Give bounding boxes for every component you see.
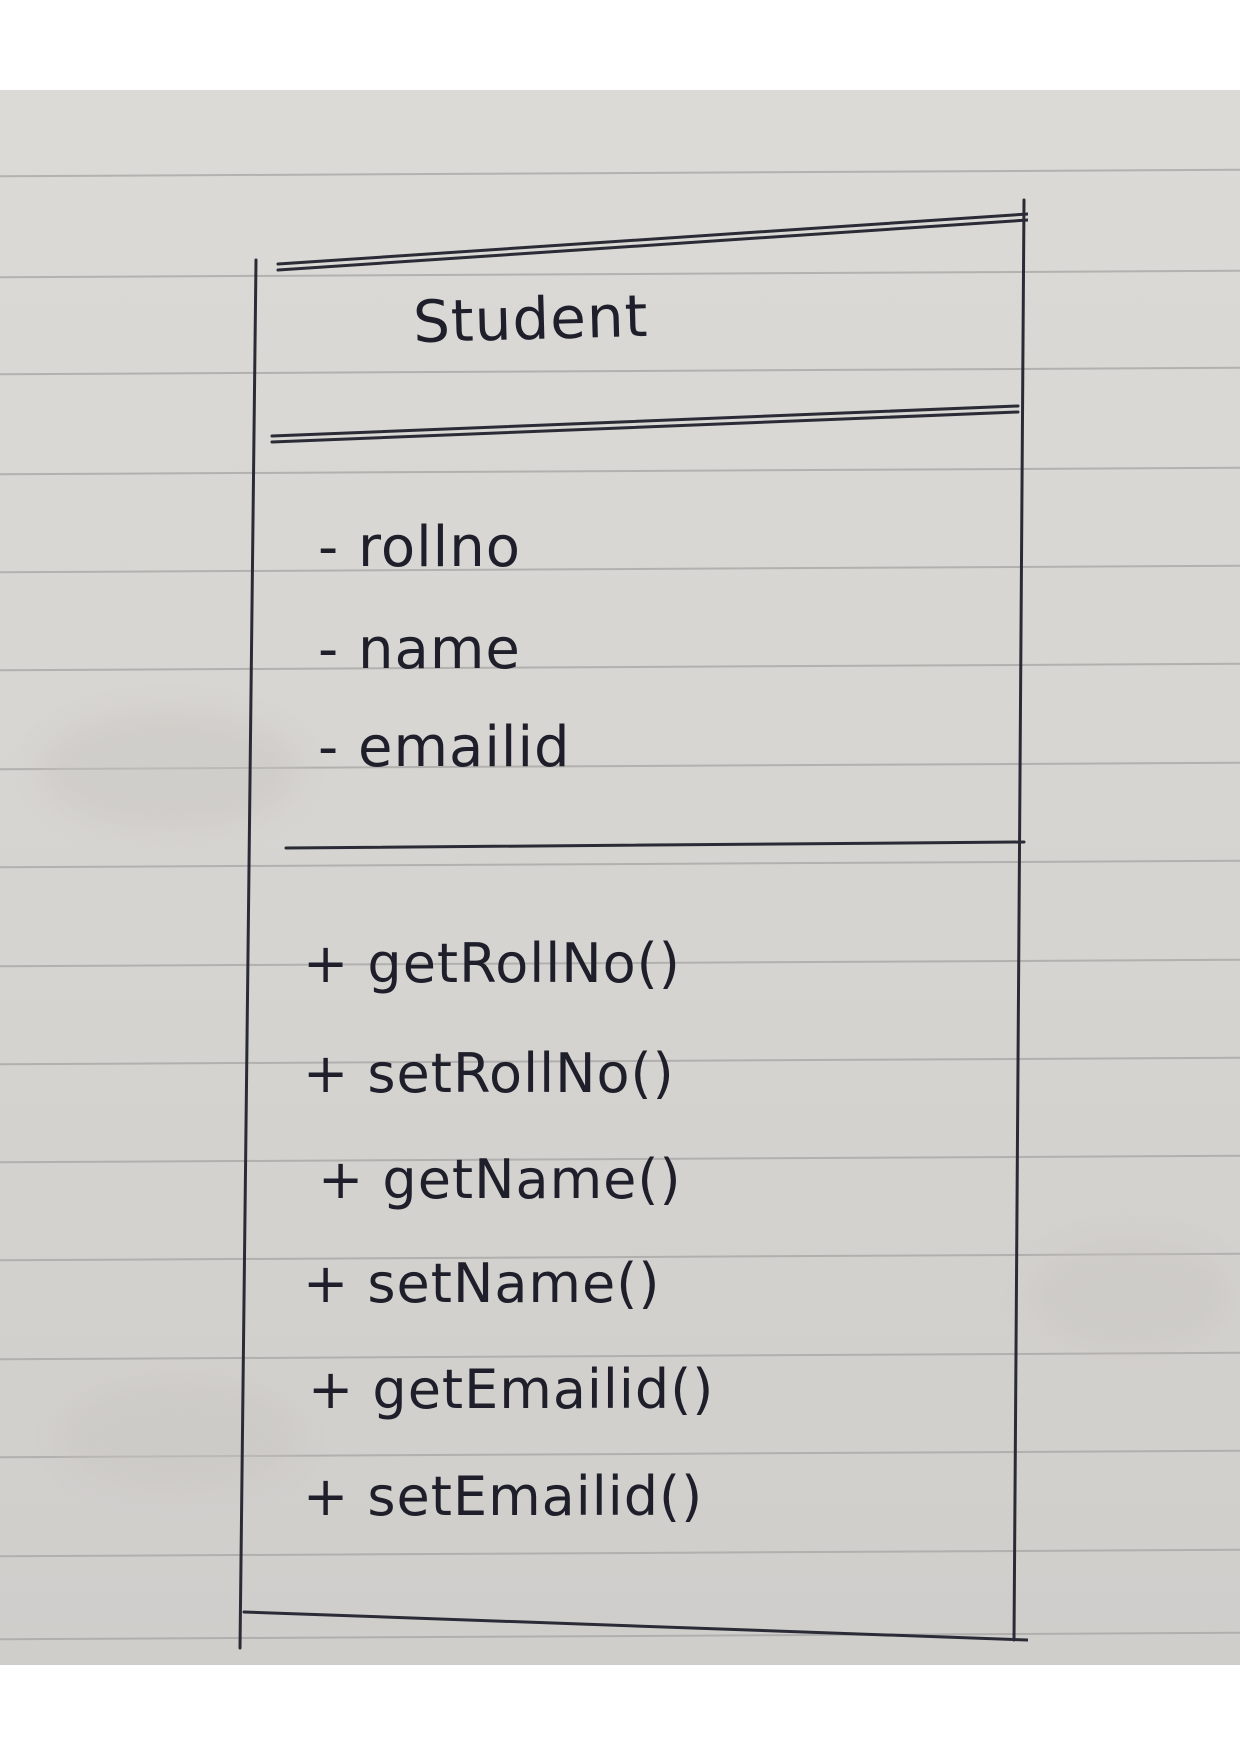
attribute-name: name bbox=[358, 617, 521, 682]
class-name: Student bbox=[412, 281, 650, 357]
method-name: setEmailid() bbox=[367, 1465, 704, 1528]
paper-shadow bbox=[1030, 1240, 1230, 1350]
visibility-marker: + bbox=[308, 1358, 355, 1421]
method-getrollno: + getRollNo() bbox=[303, 932, 681, 995]
method-name: getEmailid() bbox=[372, 1358, 715, 1421]
visibility-marker: + bbox=[303, 932, 350, 995]
attribute-name-field: - name bbox=[318, 617, 521, 682]
visibility-marker: + bbox=[303, 1252, 350, 1315]
attribute-name: rollno bbox=[358, 515, 521, 580]
attribute-emailid: - emailid bbox=[318, 715, 571, 780]
method-getemailid: + getEmailid() bbox=[308, 1358, 714, 1421]
method-setname: + setName() bbox=[303, 1252, 660, 1315]
visibility-marker: + bbox=[303, 1042, 350, 1105]
attribute-name: emailid bbox=[358, 715, 571, 780]
visibility-marker: - bbox=[318, 515, 340, 580]
visibility-marker: + bbox=[303, 1465, 350, 1528]
uml-class-box: Student - rollno - name - emailid + getR… bbox=[238, 170, 1028, 1650]
method-getname: + getName() bbox=[318, 1148, 682, 1211]
visibility-marker: - bbox=[318, 617, 340, 682]
method-name: getName() bbox=[382, 1148, 682, 1211]
class-box-outline bbox=[238, 198, 1028, 1650]
method-name: setName() bbox=[367, 1252, 661, 1315]
notebook-paper-photo: Student - rollno - name - emailid + getR… bbox=[0, 90, 1240, 1665]
method-setemailid: + setEmailid() bbox=[303, 1465, 703, 1528]
visibility-marker: + bbox=[318, 1148, 365, 1211]
attribute-rollno: - rollno bbox=[318, 515, 521, 580]
method-name: setRollNo() bbox=[367, 1042, 675, 1105]
method-name: getRollNo() bbox=[367, 932, 681, 995]
visibility-marker: - bbox=[318, 715, 340, 780]
method-setrollno: + setRollNo() bbox=[303, 1042, 675, 1105]
